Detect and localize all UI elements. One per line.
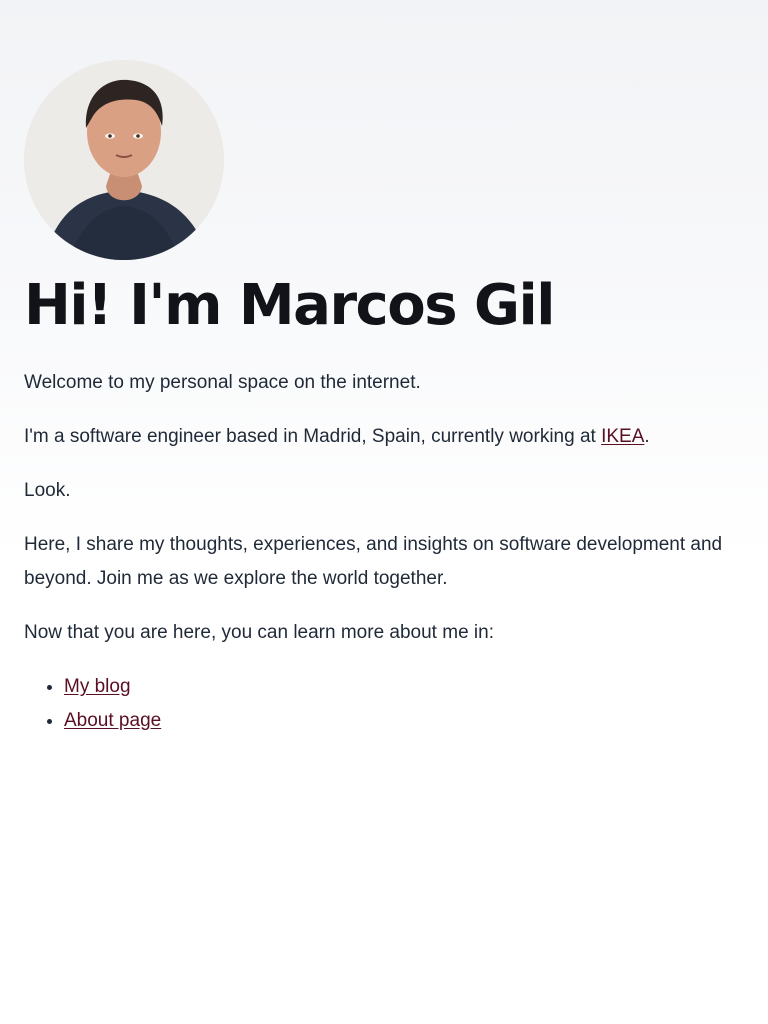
learn-more-paragraph: Now that you are here, you can learn mor… bbox=[24, 622, 494, 643]
work-paragraph: I'm a software engineer based in Madrid,… bbox=[24, 420, 724, 454]
about-page-link[interactable]: About page bbox=[64, 710, 161, 731]
ikea-link[interactable]: IKEA bbox=[601, 426, 644, 447]
work-suffix-text: . bbox=[644, 426, 650, 447]
share-paragraph: Here, I share my thoughts, experiences, … bbox=[24, 534, 723, 589]
links-list: My blog About page bbox=[24, 670, 744, 738]
list-item: My blog bbox=[64, 670, 744, 704]
blog-link[interactable]: My blog bbox=[64, 676, 131, 697]
intro-paragraph: Welcome to my personal space on the inte… bbox=[24, 372, 421, 393]
avatar bbox=[24, 60, 224, 260]
look-paragraph: Look. bbox=[24, 480, 71, 501]
page: Hi! I'm Marcos Gil Welcome to my persona… bbox=[0, 0, 768, 1024]
list-item: About page bbox=[64, 704, 744, 738]
profile-photo-icon bbox=[24, 60, 224, 260]
work-prefix-text: I'm a software engineer based in Madrid,… bbox=[24, 426, 602, 447]
page-title: Hi! I'm Marcos Gil bbox=[24, 273, 555, 338]
